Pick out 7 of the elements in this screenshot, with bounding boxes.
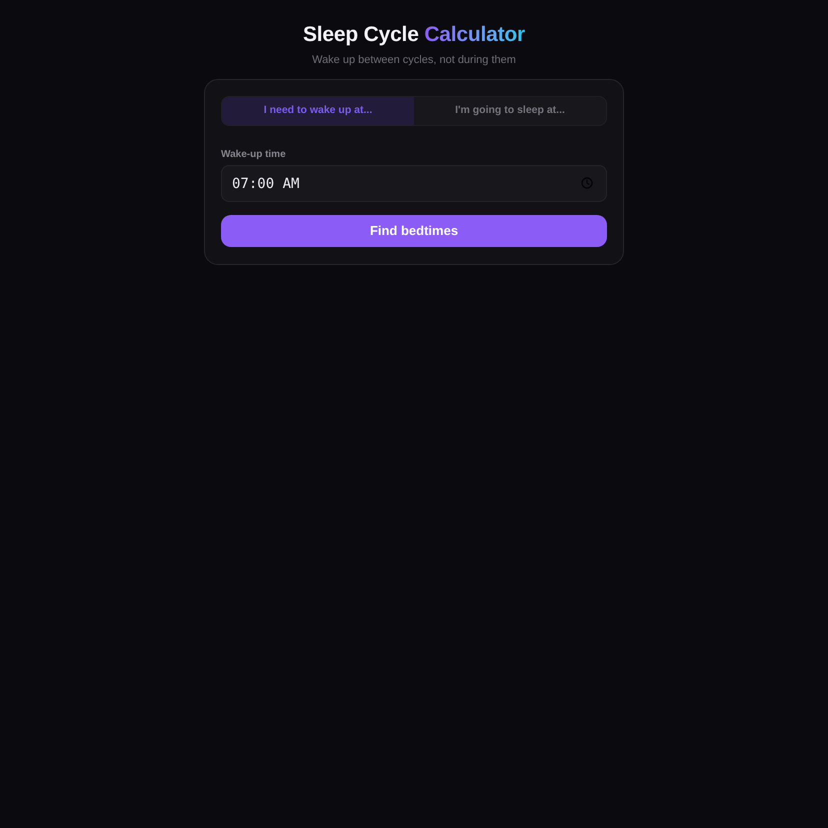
find-bedtimes-button[interactable]: Find bedtimes: [221, 215, 607, 247]
time-input[interactable]: 07:00 AM: [221, 165, 607, 202]
field-label: Wake-up time: [221, 149, 287, 161]
mode-tab[interactable]: I'm going to sleep at...: [414, 97, 606, 125]
page-subtitle: Wake up between cycles, not during them: [312, 53, 516, 67]
page-title: Sleep Cycle Calculator: [302, 22, 526, 48]
mode-tab[interactable]: I need to wake up at...: [222, 97, 414, 125]
